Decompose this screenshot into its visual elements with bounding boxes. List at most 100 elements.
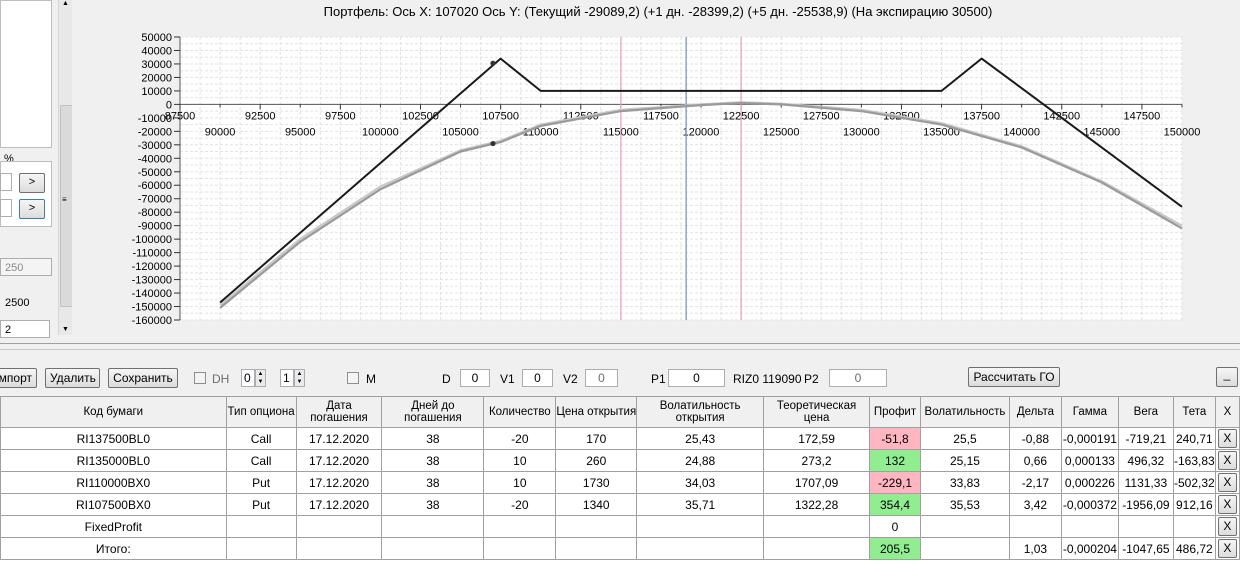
remove-row-button[interactable]: X xyxy=(1217,517,1237,536)
col-days-to-expiry-cell[interactable]: 38 xyxy=(381,449,485,472)
scroll-down-arrow[interactable]: ▼ xyxy=(62,326,69,333)
col-theta-cell[interactable]: 912,16 xyxy=(1172,493,1216,516)
left-panel-scrollbar[interactable]: ▲ ≡ ▼ xyxy=(58,0,73,335)
dh-checkbox[interactable] xyxy=(194,372,206,384)
col-volatility-cell[interactable] xyxy=(919,515,1010,538)
col-quantity-cell[interactable] xyxy=(483,537,557,560)
spinner-1[interactable]: 0 ▲ ▼ xyxy=(241,369,266,387)
table-row[interactable]: RI107500BX0 Put 17.12.2020 38 -20 1340 35,71 13… xyxy=(0,493,1240,516)
col-profit-cell[interactable]: 354,4 xyxy=(869,493,921,516)
remove-row-button[interactable]: X xyxy=(1217,539,1237,558)
col-code-cell[interactable]: RI135000BL0 xyxy=(0,449,227,472)
remove-row-button[interactable]: X xyxy=(1217,495,1237,514)
col-option-type-cell[interactable]: Call xyxy=(225,427,297,450)
col-code-cell[interactable]: Итого: xyxy=(0,537,227,560)
col-theta-cell[interactable]: 240,71 xyxy=(1172,427,1216,450)
spinner-2[interactable]: 1 ▲ ▼ xyxy=(280,369,305,387)
col-profit-cell[interactable]: 132 xyxy=(869,449,921,472)
col-vega-cell[interactable]: -719,21 xyxy=(1117,427,1174,450)
col-profit-header[interactable]: Профит xyxy=(869,396,921,428)
col-vega-cell[interactable]: -1956,09 xyxy=(1117,493,1174,516)
col-profit-cell[interactable]: -51,8 xyxy=(869,427,921,450)
col-gamma-cell[interactable]: 0,000133 xyxy=(1060,449,1119,472)
col-open-price-cell[interactable] xyxy=(555,537,638,560)
col-days-to-expiry-header[interactable]: Дней до погашения xyxy=(381,396,485,428)
col-quantity-cell[interactable] xyxy=(483,515,557,538)
splitter-line-2[interactable] xyxy=(0,349,1240,350)
table-row[interactable]: RI135000BL0 Call 17.12.2020 38 10 260 24,88 273… xyxy=(0,449,1240,472)
col-expiry-date-cell[interactable]: 17.12.2020 xyxy=(295,427,383,450)
col-volatility-cell[interactable] xyxy=(919,537,1010,560)
col-vega-cell[interactable]: 496,32 xyxy=(1117,449,1174,472)
save-button[interactable]: Сохранить xyxy=(108,368,178,388)
col-code-cell[interactable]: FixedProfit xyxy=(0,515,227,538)
col-delta-cell[interactable]: 1,03 xyxy=(1008,537,1062,560)
col-theoretical-price-cell[interactable] xyxy=(763,537,871,560)
import-button[interactable]: Импорт xyxy=(0,368,37,388)
col-volatility-cell[interactable]: 25,5 xyxy=(919,427,1010,450)
col-expiry-date-cell[interactable]: 17.12.2020 xyxy=(295,471,383,494)
col-open-price-cell[interactable]: 1730 xyxy=(555,471,638,494)
col-days-to-expiry-cell[interactable] xyxy=(381,515,485,538)
col-gamma-cell[interactable]: 0,000226 xyxy=(1060,471,1119,494)
col-quantity-cell[interactable]: -20 xyxy=(483,427,557,450)
col-open-volatility-cell[interactable] xyxy=(636,515,765,538)
col-open-price-cell[interactable]: 170 xyxy=(555,427,638,450)
col-open-price-cell[interactable]: 1340 xyxy=(555,493,638,516)
col-option-type-cell[interactable] xyxy=(225,515,297,538)
col-open-volatility-cell[interactable]: 24,88 xyxy=(636,449,765,472)
v1-field[interactable]: 0 xyxy=(522,369,553,387)
col-vega-cell[interactable]: -1047,65 xyxy=(1117,537,1174,560)
col-days-to-expiry-cell[interactable]: 38 xyxy=(381,471,485,494)
col-profit-cell[interactable]: 0 xyxy=(869,515,921,538)
col-option-type-cell[interactable]: Call xyxy=(225,449,297,472)
field-2[interactable]: 2 xyxy=(0,320,50,338)
col-gamma-cell[interactable]: -0,000204 xyxy=(1060,537,1119,560)
table-row[interactable]: RI110000BX0 Put 17.12.2020 38 10 1730 34,03 170… xyxy=(0,471,1240,494)
m-checkbox[interactable] xyxy=(347,372,359,384)
col-gamma-header[interactable]: Гамма xyxy=(1060,396,1119,428)
col-expiry-date-cell[interactable]: 17.12.2020 xyxy=(295,449,383,472)
col-theta-cell[interactable]: 486,72 xyxy=(1172,537,1216,560)
col-days-to-expiry-cell[interactable]: 38 xyxy=(381,493,485,516)
col-option-type-cell[interactable]: Put xyxy=(225,471,297,494)
col-theta-header[interactable]: Тета xyxy=(1172,396,1216,428)
col-theoretical-price-header[interactable]: Теоретическая цена xyxy=(763,396,871,428)
field-250[interactable]: 250 xyxy=(0,258,52,276)
col-expiry-date-cell[interactable]: 17.12.2020 xyxy=(295,493,383,516)
table-row[interactable]: RI137500BL0 Call 17.12.2020 38 -20 170 25,43 17… xyxy=(0,427,1240,450)
col-quantity-cell[interactable]: 10 xyxy=(483,449,557,472)
col-theoretical-price-cell[interactable]: 273,2 xyxy=(763,449,871,472)
table-row[interactable]: Итого: 205,5 1,03 -0,000204 -1047,65 486,72 X xyxy=(0,537,1240,560)
col-theta-cell[interactable] xyxy=(1172,515,1216,538)
field-2500[interactable]: 2500 xyxy=(0,293,52,311)
col-open-price-cell[interactable] xyxy=(555,515,638,538)
col-theta-cell[interactable]: -502,32 xyxy=(1172,471,1216,494)
minimize-button[interactable]: _ xyxy=(1216,367,1238,387)
spinner-1-arrows-icon[interactable]: ▲ ▼ xyxy=(255,369,266,387)
col-delta-cell[interactable]: -2,17 xyxy=(1008,471,1062,494)
col-delta-cell[interactable]: 0,66 xyxy=(1008,449,1062,472)
col-volatility-cell[interactable]: 25,15 xyxy=(919,449,1010,472)
col-code-cell[interactable]: RI110000BX0 xyxy=(0,471,227,494)
col-vega-header[interactable]: Вега xyxy=(1117,396,1174,428)
remove-row-button[interactable]: X xyxy=(1217,451,1237,470)
col-delta-cell[interactable]: 3,42 xyxy=(1008,493,1062,516)
left-input-1[interactable] xyxy=(0,173,12,191)
col-open-volatility-header[interactable]: Волатильность открытия xyxy=(636,396,765,428)
col-vega-cell[interactable] xyxy=(1117,515,1174,538)
col-volatility-header[interactable]: Волатильность xyxy=(919,396,1010,428)
col-quantity-cell[interactable]: 10 xyxy=(483,471,557,494)
col-vega-cell[interactable]: 1131,33 xyxy=(1117,471,1174,494)
arrow-button-1[interactable]: > xyxy=(19,173,45,193)
spinner-1-value[interactable]: 0 xyxy=(241,369,255,387)
col-open-volatility-cell[interactable]: 34,03 xyxy=(636,471,765,494)
col-gamma-cell[interactable]: -0,000191 xyxy=(1060,427,1119,450)
left-input-2[interactable] xyxy=(0,199,12,217)
spinner-2-value[interactable]: 1 xyxy=(280,369,294,387)
col-open-price-header[interactable]: Цена открытия xyxy=(555,396,638,428)
delete-button[interactable]: Удалить xyxy=(45,368,100,388)
col-option-type-cell[interactable]: Put xyxy=(225,493,297,516)
col-theoretical-price-cell[interactable]: 1707,09 xyxy=(763,471,871,494)
v2-field[interactable]: 0 xyxy=(585,369,618,387)
